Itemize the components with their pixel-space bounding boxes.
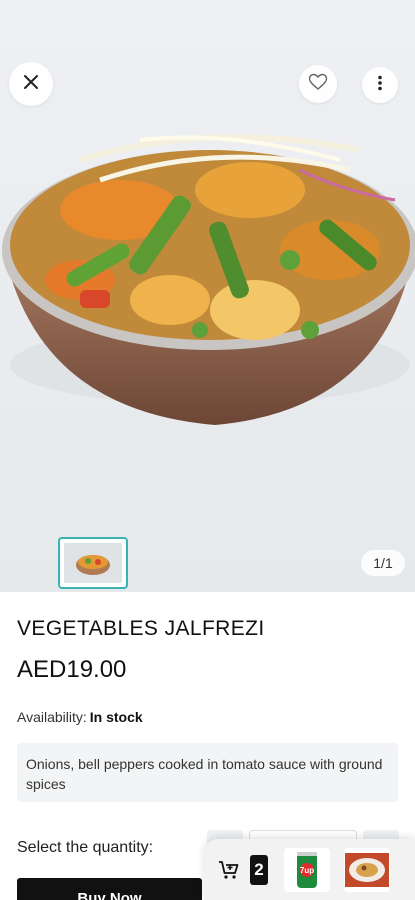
availability-label: Availability: [17, 709, 87, 725]
7up-can-image: 7up [297, 851, 317, 888]
cart-item-7up[interactable]: 7up [284, 847, 330, 892]
more-options-button[interactable] [362, 67, 398, 103]
product-image-gallery[interactable]: 1/1 [0, 0, 415, 592]
cart-plus-icon[interactable] [218, 858, 242, 882]
gallery-thumbnail[interactable] [58, 537, 128, 589]
product-title: VEGETABLES JALFREZI [17, 617, 265, 640]
thumbnail-image [64, 543, 122, 583]
7up-logo-text: 7up [300, 866, 314, 875]
buy-now-button[interactable]: Buy Now [17, 878, 202, 900]
availability: Availability: In stock [17, 709, 143, 725]
product-main-image [2, 134, 415, 425]
close-button[interactable] [9, 62, 53, 106]
availability-status: In stock [89, 709, 143, 725]
cart-item-dish[interactable] [344, 847, 390, 892]
mini-cart-bar[interactable]: 2 7up [204, 839, 415, 900]
image-counter: 1/1 [361, 550, 405, 576]
more-vertical-icon [377, 75, 383, 96]
product-description: Onions, bell peppers cooked in tomato sa… [17, 743, 398, 802]
quantity-label: Select the quantity: [17, 839, 154, 856]
favorite-button[interactable] [299, 65, 337, 103]
product-price: AED19.00 [17, 656, 127, 683]
close-icon [22, 73, 40, 96]
cart-count-badge: 2 [250, 854, 268, 885]
heart-outline-icon [308, 73, 328, 96]
dish-image [345, 852, 389, 887]
